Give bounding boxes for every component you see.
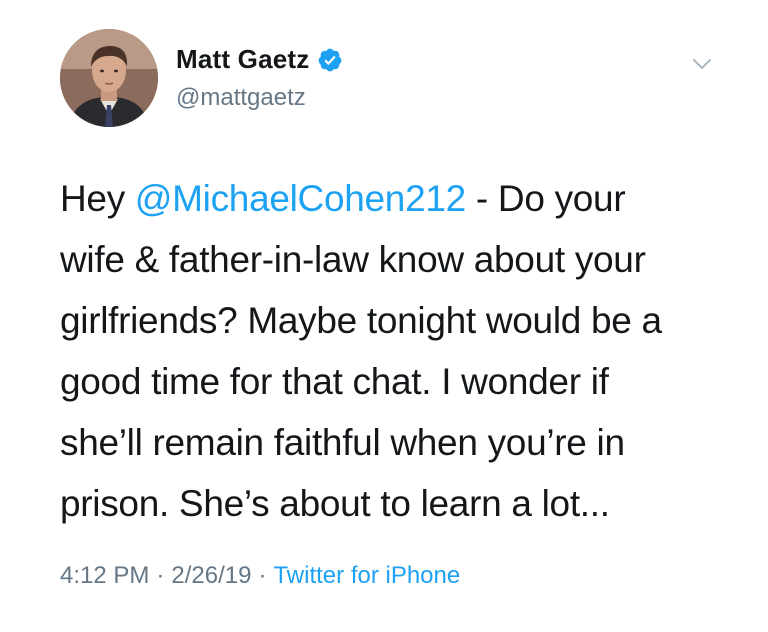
tweet-text-rest: - Do your — [465, 178, 626, 219]
tweet-time[interactable]: 4:12 PM — [60, 562, 149, 590]
tweet-line-4: good time for that chat. I wonder if — [60, 361, 609, 402]
tweet-text: Hey @MichaelCohen212 - Do your wife & fa… — [60, 168, 720, 534]
tweet-line-1: Hey @MichaelCohen212 - Do your — [60, 168, 720, 229]
tweet-card: Matt Gaetz @mattgaetz Hey @MichaelCohen2… — [0, 0, 768, 632]
tweet-meta: 4:12 PM · 2/26/19 · Twitter for iPhone — [60, 562, 460, 590]
author-name-row[interactable]: Matt Gaetz — [176, 44, 343, 75]
avatar-image — [60, 29, 158, 127]
meta-separator: · — [156, 562, 165, 589]
tweet-source-link[interactable]: Twitter for iPhone — [273, 562, 460, 590]
mention-link[interactable]: @MichaelCohen212 — [135, 178, 466, 219]
tweet-date[interactable]: 2/26/19 — [171, 562, 251, 590]
tweet-line-5: she’ll remain faithful when you’re in — [60, 422, 625, 463]
chevron-down-icon[interactable] — [690, 52, 714, 76]
user-handle[interactable]: @mattgaetz — [176, 84, 306, 112]
tweet-line-6: prison. She’s about to learn a lot... — [60, 483, 610, 524]
verified-badge-icon — [317, 47, 343, 73]
tweet-line-2: wife & father-in-law know about your — [60, 239, 646, 280]
tweet-text-prefix: Hey — [60, 178, 135, 219]
avatar[interactable] — [60, 29, 158, 127]
tweet-line-3: girlfriends? Maybe tonight would be a — [60, 300, 662, 341]
display-name[interactable]: Matt Gaetz — [176, 44, 309, 75]
meta-separator: · — [258, 562, 267, 589]
